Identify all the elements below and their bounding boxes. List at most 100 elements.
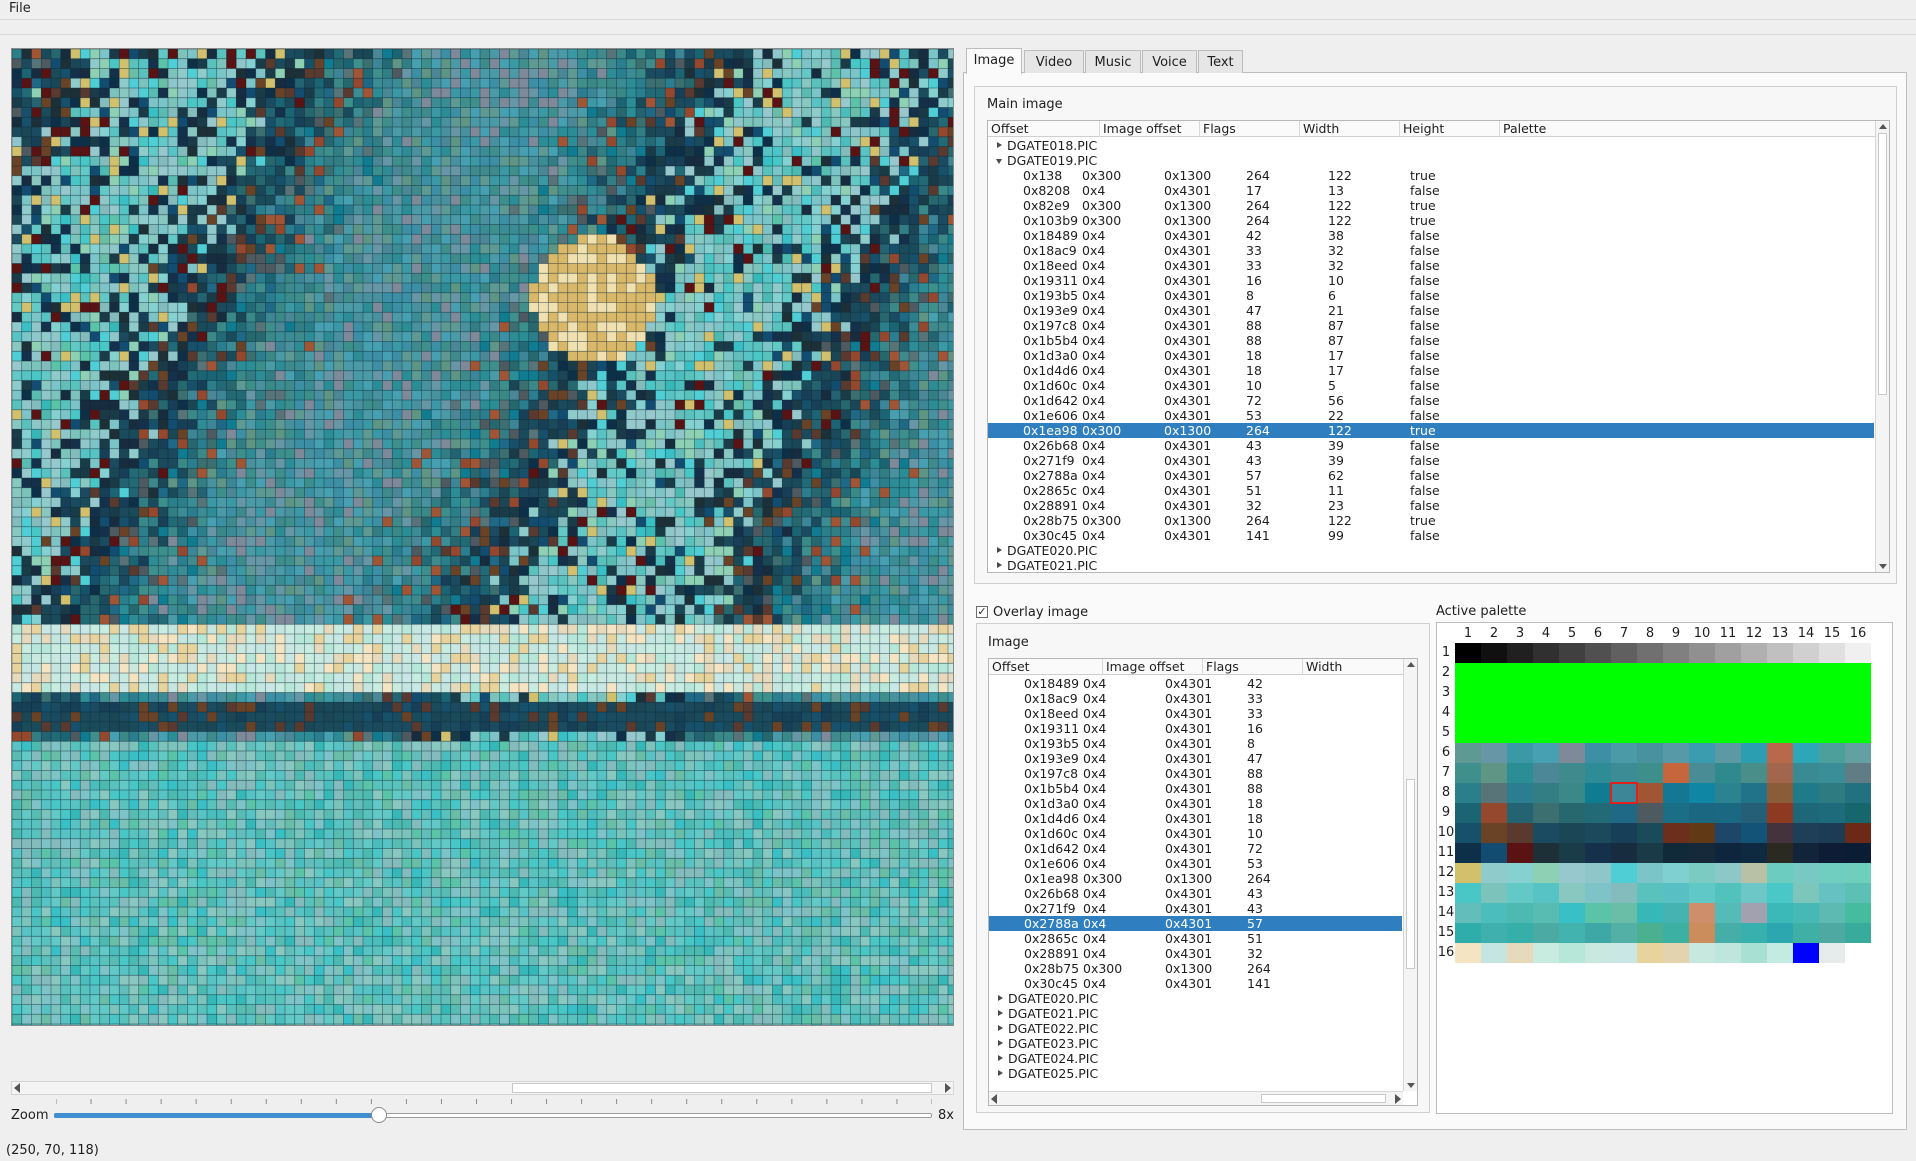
palette-swatch[interactable]: [1637, 943, 1663, 963]
image-horizontal-scrollbar[interactable]: [11, 1081, 954, 1095]
palette-swatch[interactable]: [1559, 803, 1585, 823]
scroll-left-arrow-icon[interactable]: [991, 1094, 997, 1104]
palette-swatch[interactable]: [1481, 803, 1507, 823]
palette-swatch[interactable]: [1611, 883, 1637, 903]
palette-swatch[interactable]: [1585, 723, 1611, 743]
palette-swatch[interactable]: [1559, 783, 1585, 803]
palette-swatch[interactable]: [1793, 683, 1819, 703]
tree-group-row[interactable]: DGATE020.PIC: [989, 991, 1402, 1006]
palette-swatch[interactable]: [1455, 663, 1481, 683]
table-row[interactable]: 0x1d3a0 0x4 0x4301 18: [989, 796, 1402, 811]
palette-swatch[interactable]: [1481, 883, 1507, 903]
palette-swatch[interactable]: [1481, 863, 1507, 883]
palette-swatch[interactable]: [1533, 923, 1559, 943]
palette-swatch[interactable]: [1663, 923, 1689, 943]
palette-swatch[interactable]: [1741, 703, 1767, 723]
expanded-arrow-icon[interactable]: [996, 159, 1002, 164]
palette-swatch[interactable]: [1637, 763, 1663, 783]
palette-swatch[interactable]: [1585, 943, 1611, 963]
zoom-slider-handle[interactable]: [370, 1107, 387, 1123]
palette-swatch[interactable]: [1689, 843, 1715, 863]
palette-swatch[interactable]: [1663, 663, 1689, 683]
palette-swatch[interactable]: [1481, 923, 1507, 943]
palette-swatch[interactable]: [1663, 723, 1689, 743]
palette-swatch[interactable]: [1715, 823, 1741, 843]
palette-swatch[interactable]: [1559, 823, 1585, 843]
table-row[interactable]: 0x1ea98 0x300 0x1300 264 122 true: [988, 423, 1874, 438]
collapsed-arrow-icon[interactable]: [998, 1055, 1003, 1061]
tree-group-row[interactable]: DGATE018.PIC: [988, 138, 1874, 153]
palette-swatch[interactable]: [1689, 763, 1715, 783]
palette-swatch[interactable]: [1637, 643, 1663, 663]
table-row[interactable]: 0x1d3a0 0x4 0x4301 18 17 false: [988, 348, 1874, 363]
palette-swatch[interactable]: [1845, 943, 1871, 963]
palette-swatch[interactable]: [1741, 803, 1767, 823]
palette-swatch[interactable]: [1715, 943, 1741, 963]
tab-voice[interactable]: Voice: [1142, 50, 1197, 73]
header-image-offset[interactable]: Image offset: [1103, 659, 1203, 675]
scroll-handle[interactable]: [1406, 779, 1415, 969]
palette-swatch[interactable]: [1715, 763, 1741, 783]
palette-swatch[interactable]: [1663, 903, 1689, 923]
header-width[interactable]: Width: [1303, 659, 1404, 675]
palette-swatch[interactable]: [1481, 643, 1507, 663]
menu-file[interactable]: File: [9, 1, 31, 16]
table-row[interactable]: 0x2865c 0x4 0x4301 51: [989, 931, 1402, 946]
palette-swatch[interactable]: [1455, 803, 1481, 823]
palette-swatch[interactable]: [1637, 723, 1663, 743]
palette-swatch[interactable]: [1611, 763, 1637, 783]
table-row[interactable]: 0x271f9 0x4 0x4301 43 39 false: [988, 453, 1874, 468]
palette-swatch[interactable]: [1741, 943, 1767, 963]
palette-swatch[interactable]: [1767, 663, 1793, 683]
palette-swatch[interactable]: [1481, 943, 1507, 963]
palette-swatch[interactable]: [1793, 643, 1819, 663]
palette-swatch[interactable]: [1741, 823, 1767, 843]
palette-swatch[interactable]: [1767, 643, 1793, 663]
palette-swatch[interactable]: [1663, 843, 1689, 863]
palette-swatch[interactable]: [1585, 903, 1611, 923]
palette-swatch[interactable]: [1689, 663, 1715, 683]
table-row[interactable]: 0x1ea98 0x300 0x1300 264: [989, 871, 1402, 886]
main-image-tree[interactable]: Offset Image offset Flags Width Height P…: [987, 120, 1890, 573]
palette-swatch[interactable]: [1507, 883, 1533, 903]
palette-swatch[interactable]: [1559, 843, 1585, 863]
palette-swatch[interactable]: [1715, 683, 1741, 703]
palette-swatch[interactable]: [1767, 683, 1793, 703]
palette-swatch[interactable]: [1793, 783, 1819, 803]
palette-swatch[interactable]: [1715, 803, 1741, 823]
palette-swatch[interactable]: [1533, 843, 1559, 863]
palette-swatch[interactable]: [1741, 843, 1767, 863]
tree-group-row[interactable]: DGATE021.PIC: [989, 1006, 1402, 1021]
palette-swatch[interactable]: [1819, 883, 1845, 903]
palette-swatch[interactable]: [1455, 683, 1481, 703]
palette-swatch[interactable]: [1767, 723, 1793, 743]
palette-swatch[interactable]: [1767, 743, 1793, 763]
overlay-image-label[interactable]: Overlay image: [993, 605, 1088, 620]
palette-swatch[interactable]: [1819, 783, 1845, 803]
collapsed-arrow-icon[interactable]: [997, 142, 1002, 148]
palette-swatch[interactable]: [1741, 903, 1767, 923]
palette-swatch[interactable]: [1455, 723, 1481, 743]
table-row[interactable]: 0x1e606 0x4 0x4301 53: [989, 856, 1402, 871]
scroll-handle[interactable]: [512, 1083, 932, 1093]
palette-swatch[interactable]: [1455, 863, 1481, 883]
palette-swatch[interactable]: [1611, 923, 1637, 943]
palette-swatch[interactable]: [1845, 783, 1871, 803]
table-row[interactable]: 0x2788a 0x4 0x4301 57: [989, 916, 1402, 931]
palette-swatch[interactable]: [1585, 823, 1611, 843]
collapsed-arrow-icon[interactable]: [998, 1040, 1003, 1046]
collapsed-arrow-icon[interactable]: [998, 1010, 1003, 1016]
palette-swatch[interactable]: [1793, 923, 1819, 943]
palette-swatch[interactable]: [1819, 823, 1845, 843]
tree-group-row[interactable]: DGATE022.PIC: [989, 1021, 1402, 1036]
palette-swatch[interactable]: [1611, 823, 1637, 843]
palette-swatch[interactable]: [1663, 943, 1689, 963]
palette-swatch[interactable]: [1663, 643, 1689, 663]
palette-swatch[interactable]: [1559, 883, 1585, 903]
scroll-up-arrow-icon[interactable]: [1879, 124, 1887, 129]
palette-swatch[interactable]: [1689, 803, 1715, 823]
table-row[interactable]: 0x28891 0x4 0x4301 32 23 false: [988, 498, 1874, 513]
palette-swatch[interactable]: [1793, 803, 1819, 823]
palette-swatch[interactable]: [1533, 743, 1559, 763]
pixel-canvas[interactable]: [12, 49, 953, 1025]
